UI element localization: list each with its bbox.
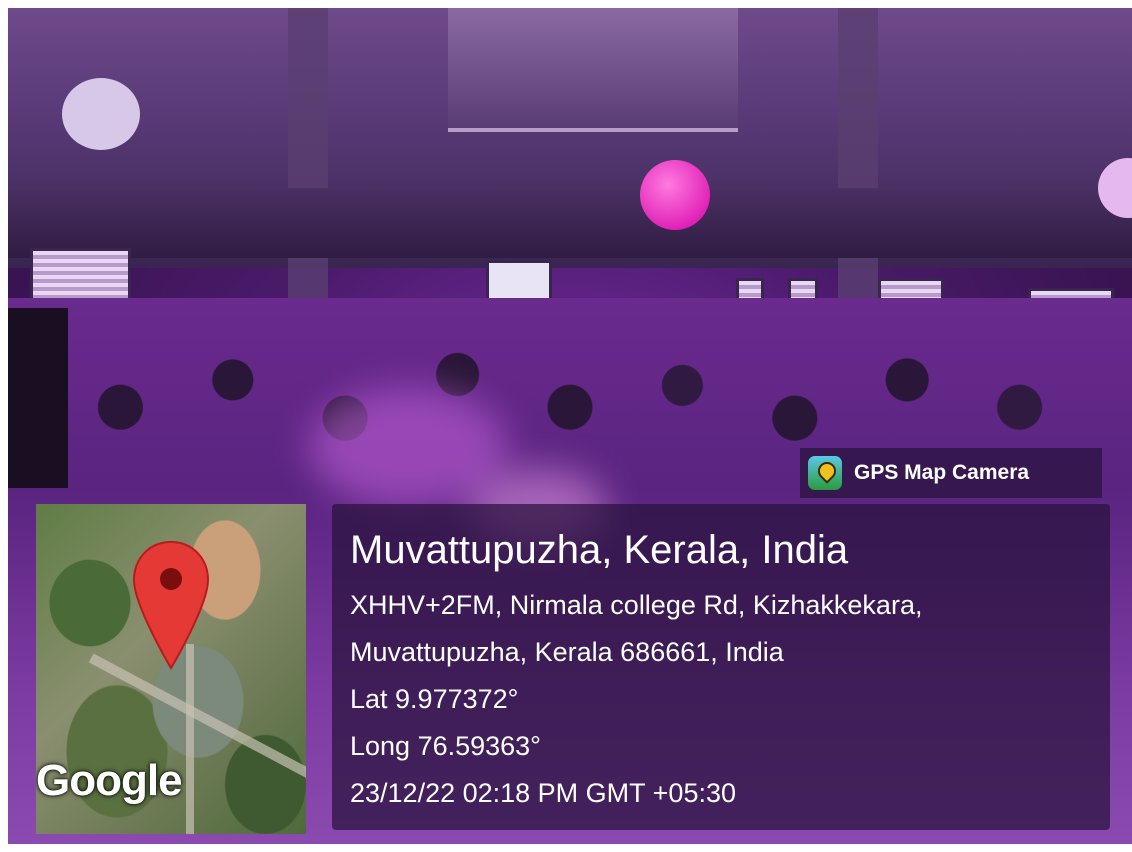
timestamp: 23/12/22 02:18 PM GMT +05:30 — [350, 778, 737, 808]
pillar — [838, 8, 878, 308]
address-line-1: XHHV+2FM, Nirmala college Rd, Kizhakkeka… — [350, 590, 923, 620]
pillar — [288, 8, 328, 308]
balloon — [640, 160, 710, 230]
location-info-panel: Muvattupuzha, Kerala, India XHHV+2FM, Ni… — [332, 504, 1110, 830]
screenshot-frame: GPS Map Camera Google Muvattupuzha, Kera… — [0, 0, 1132, 852]
map-thumbnail: Google — [36, 504, 306, 834]
speaker — [8, 308, 68, 488]
location-pin-icon — [132, 540, 210, 670]
longitude: Long 76.59363° — [350, 731, 541, 761]
ceiling-panel — [448, 8, 738, 132]
balcony — [8, 188, 1132, 258]
brand-label: GPS Map Camera — [854, 461, 1030, 484]
map-road — [186, 644, 194, 834]
gps-map-camera-icon — [808, 456, 842, 490]
location-title: Muvattupuzha, Kerala, India — [350, 528, 849, 572]
balloon — [62, 78, 140, 150]
address-line-2: Muvattupuzha, Kerala 686661, India — [350, 637, 784, 667]
google-attribution: Google — [36, 756, 183, 805]
latitude: Lat 9.977372° — [350, 684, 519, 714]
gps-map-camera-badge: GPS Map Camera — [800, 448, 1102, 498]
